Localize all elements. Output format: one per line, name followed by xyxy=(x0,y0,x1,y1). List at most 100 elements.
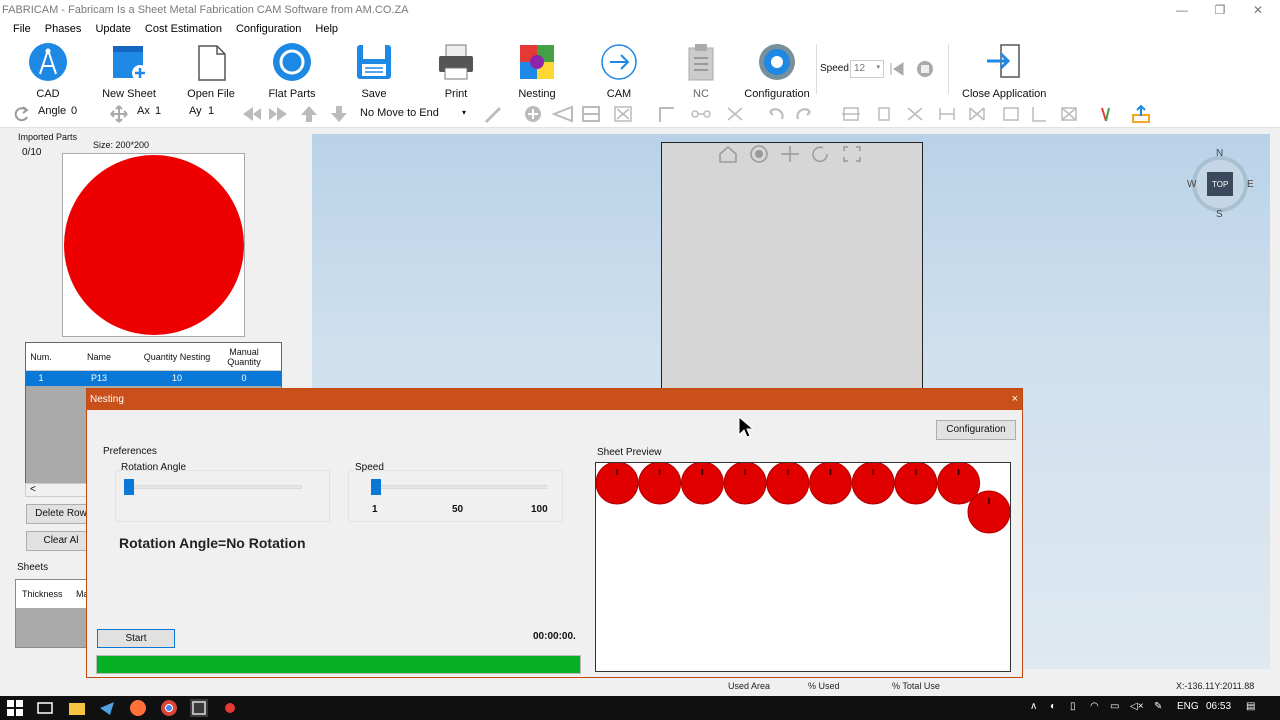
nesting-button[interactable]: Nesting xyxy=(497,42,577,100)
move-mode-select[interactable]: No Move to End ▾ xyxy=(355,104,470,122)
task-view-icon[interactable] xyxy=(36,699,54,717)
nesting-dialog-title-text: Nesting xyxy=(90,394,124,405)
print-button[interactable]: Print xyxy=(416,42,496,100)
export-icon[interactable] xyxy=(1130,104,1152,124)
angle-input[interactable]: 0 xyxy=(71,105,77,117)
nc-button[interactable]: NC xyxy=(661,42,741,100)
pan-icon[interactable] xyxy=(779,145,801,163)
rotation-angle-text: Rotation Angle=No Rotation xyxy=(119,535,306,551)
file-explorer-icon[interactable] xyxy=(68,699,86,717)
sheet-preview-label: Sheet Preview xyxy=(597,447,662,458)
speed-tick-1: 1 xyxy=(372,504,378,515)
menu-file[interactable]: File xyxy=(6,23,38,35)
progress-fill xyxy=(97,656,580,673)
sheet-canvas[interactable] xyxy=(661,142,923,392)
parts-table-scrollbar[interactable]: < xyxy=(25,483,87,497)
add-circle-icon[interactable] xyxy=(522,104,544,124)
chevron-down-icon: ▾ xyxy=(461,108,466,117)
flat-parts-button[interactable]: Flat Parts xyxy=(252,42,332,100)
cad-button[interactable]: CAD xyxy=(8,42,88,100)
speed-slider-track[interactable] xyxy=(371,485,547,489)
new-sheet-button[interactable]: New Sheet xyxy=(89,42,169,100)
close-application-button[interactable]: Close Application xyxy=(962,42,1046,100)
cad-label: CAD xyxy=(36,88,60,100)
tray-chevron-up-icon[interactable]: ∧ xyxy=(1030,701,1037,712)
chain-icon[interactable] xyxy=(724,104,746,124)
rotation-slider-thumb[interactable] xyxy=(124,479,134,495)
align-icon[interactable] xyxy=(936,104,958,124)
nesting-configuration-button[interactable]: Configuration xyxy=(936,420,1016,440)
recorder-icon[interactable] xyxy=(221,699,239,717)
start-button[interactable]: Start xyxy=(97,629,175,648)
mirror-icon[interactable] xyxy=(904,104,926,124)
rotate-part-icon[interactable] xyxy=(874,104,896,124)
distribute-icon[interactable] xyxy=(966,104,988,124)
speed-spinner[interactable]: 12 ▾ xyxy=(850,60,884,78)
menu-help[interactable]: Help xyxy=(308,23,345,35)
tray-network-icon[interactable]: ◐ xyxy=(1050,701,1056,712)
open-file-button[interactable]: Open File xyxy=(171,42,251,100)
home-icon[interactable] xyxy=(717,145,739,163)
move-icon[interactable] xyxy=(108,104,130,124)
tray-pen-icon[interactable]: ✎ xyxy=(1154,701,1162,712)
frame-icon[interactable] xyxy=(1000,104,1022,124)
stop-icon[interactable] xyxy=(916,60,934,78)
fabricam-taskbar-icon[interactable] xyxy=(190,699,208,717)
fullscreen-icon[interactable] xyxy=(841,145,863,163)
menu-phases[interactable]: Phases xyxy=(38,23,89,35)
taskbar-clock[interactable]: 06:53 xyxy=(1206,701,1231,712)
table-row[interactable]: 1 P13 10 0 xyxy=(26,371,281,386)
rotate-view-icon[interactable] xyxy=(810,145,832,163)
ax-input[interactable]: 1 xyxy=(155,105,161,117)
view-controls xyxy=(717,145,861,163)
move-up-icon[interactable] xyxy=(298,104,320,124)
rotation-slider-track[interactable] xyxy=(124,485,302,489)
nesting-label: Nesting xyxy=(518,88,556,100)
cam-button[interactable]: CAM xyxy=(579,42,659,100)
tray-wifi-icon[interactable]: ◠ xyxy=(1090,701,1099,712)
order-icon[interactable] xyxy=(840,104,862,124)
redo-icon[interactable] xyxy=(794,104,816,124)
move-right-icon[interactable] xyxy=(268,104,290,124)
micro-joint-icon[interactable] xyxy=(580,104,602,124)
menu-configuration[interactable]: Configuration xyxy=(229,23,308,35)
tray-battery-icon[interactable]: ▯ xyxy=(1070,701,1076,712)
rotation-group xyxy=(115,470,330,522)
bridge-icon[interactable] xyxy=(690,104,712,124)
camera-icon[interactable] xyxy=(748,145,770,163)
speed-back-icon[interactable] xyxy=(888,60,906,78)
close-window-button[interactable]: ✕ xyxy=(1238,0,1278,20)
input-language[interactable]: ENG xyxy=(1177,701,1199,712)
tray-volume-icon[interactable]: ◁× xyxy=(1130,701,1144,712)
windows-start-icon[interactable] xyxy=(6,699,24,717)
status-percent-total: % Total Use xyxy=(892,681,940,691)
chrome-icon[interactable] xyxy=(160,699,178,717)
delete-part-icon[interactable] xyxy=(1058,104,1080,124)
rotate-icon[interactable] xyxy=(10,104,32,124)
minimize-button[interactable]: — xyxy=(1162,0,1202,20)
pen-icon[interactable] xyxy=(482,104,504,124)
ay-input[interactable]: 1 xyxy=(208,105,214,117)
save-button[interactable]: Save xyxy=(334,42,414,100)
close-icon[interactable]: × xyxy=(1012,389,1018,410)
speed-slider-thumb[interactable] xyxy=(371,479,381,495)
view-compass[interactable]: N S E W TOP xyxy=(1187,148,1254,220)
notifications-icon[interactable]: ▤ xyxy=(1246,701,1255,712)
nesting-dialog-title: Nesting × xyxy=(87,389,1022,410)
measure-icon[interactable] xyxy=(1028,104,1050,124)
move-left-icon[interactable] xyxy=(240,104,262,124)
nested-part xyxy=(967,490,1010,534)
corner-icon[interactable] xyxy=(656,104,678,124)
firefox-icon[interactable] xyxy=(129,699,147,717)
tray-display-icon[interactable]: ▭ xyxy=(1110,701,1119,712)
telegram-icon[interactable] xyxy=(98,699,116,717)
color-lines-icon[interactable] xyxy=(1096,104,1118,124)
menu-cost-estimation[interactable]: Cost Estimation xyxy=(138,23,229,35)
undo-icon[interactable] xyxy=(764,104,786,124)
move-down-icon[interactable] xyxy=(328,104,350,124)
menu-update[interactable]: Update xyxy=(88,23,137,35)
lead-in-icon[interactable] xyxy=(551,104,574,124)
nc-delete-icon[interactable] xyxy=(612,104,634,124)
configuration-button[interactable]: Configuration xyxy=(737,42,817,100)
maximize-button[interactable]: ❐ xyxy=(1200,0,1240,20)
